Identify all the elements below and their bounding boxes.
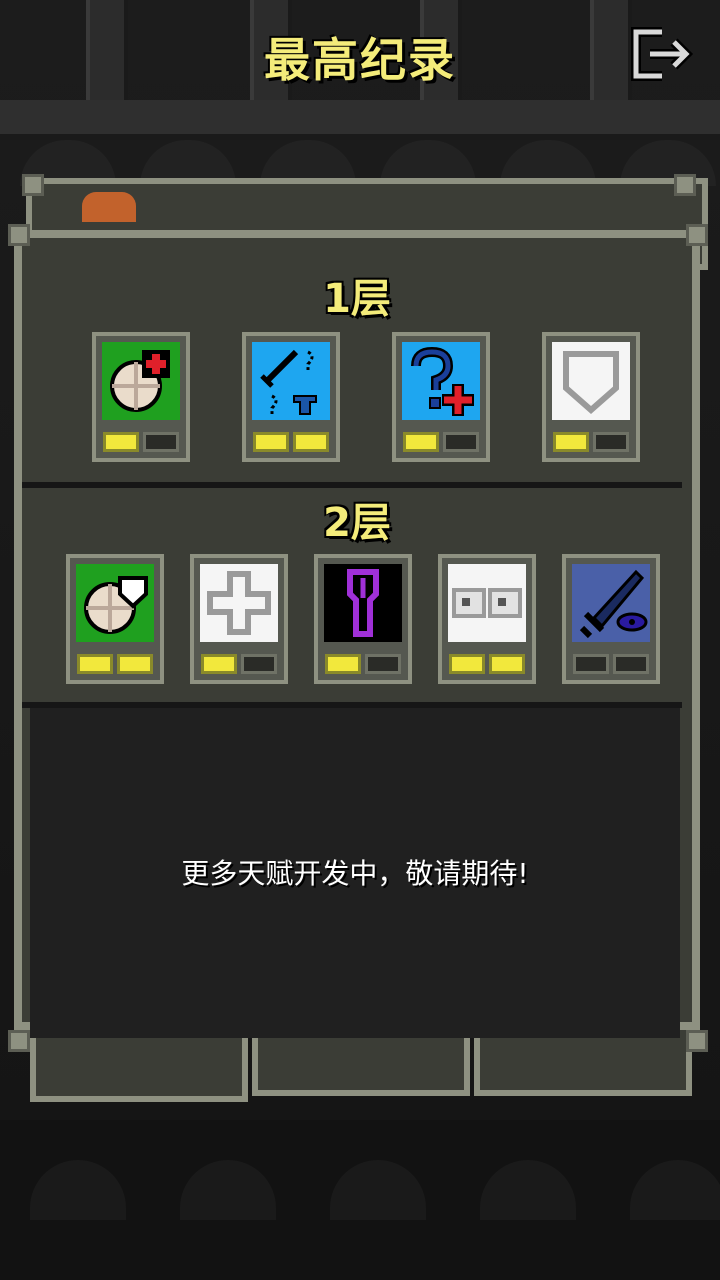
panel-corner — [22, 174, 44, 196]
talents-panel: 1层 2层 更多天赋开发中，敬请期待! — [14, 230, 700, 1038]
talent-level-pip — [553, 432, 589, 452]
dagger-eye-icon — [572, 564, 650, 642]
talent-level-pip — [443, 432, 479, 452]
hero-avatar — [82, 192, 136, 222]
talent-level-pip — [293, 432, 329, 452]
talent-level-pip — [117, 654, 153, 674]
talent-slot[interactable] — [190, 554, 288, 684]
talent-level-pip — [253, 432, 289, 452]
shield-icon — [552, 342, 630, 420]
hunger-heal-icon — [102, 342, 180, 420]
panel-corner — [8, 1030, 30, 1052]
talent-level-pip — [241, 654, 277, 674]
talent-slot[interactable] — [438, 554, 536, 684]
talent-level-pip — [593, 432, 629, 452]
talent-slot[interactable] — [66, 554, 164, 684]
talent-level-pip — [325, 654, 361, 674]
key-icon — [324, 564, 402, 642]
identify-sword-armor-icon — [252, 342, 330, 420]
page-title: 最高纪录 — [264, 33, 456, 87]
talent-level-pip — [449, 654, 485, 674]
talent-level-pip — [201, 654, 237, 674]
unknown-heal-icon — [402, 342, 480, 420]
exit-icon — [631, 27, 694, 81]
eyes-icon — [448, 564, 526, 642]
panel-corner — [8, 224, 30, 246]
talent-level-pip — [77, 654, 113, 674]
cross-icon — [200, 564, 278, 642]
tab-second[interactable] — [252, 1030, 470, 1096]
tier-1-title: 1层 — [323, 276, 391, 322]
talent-level-pip — [365, 654, 401, 674]
talent-slot[interactable] — [542, 332, 640, 462]
panel-corner — [674, 174, 696, 196]
talent-level-pip — [489, 654, 525, 674]
tier-divider — [22, 482, 682, 488]
talent-level-pip — [403, 432, 439, 452]
coming-soon-message: 更多天赋开发中，敬请期待! — [181, 857, 529, 890]
hunger-shield-icon — [76, 564, 154, 642]
message-area: 更多天赋开发中，敬请期待! — [30, 708, 680, 1038]
tab-third[interactable] — [474, 1030, 692, 1096]
talent-level-pip — [143, 432, 179, 452]
tab-bar — [30, 1030, 694, 1110]
exit-button[interactable] — [628, 24, 700, 84]
talent-level-pip — [103, 432, 139, 452]
talent-slot[interactable] — [242, 332, 340, 462]
tab-attributes[interactable] — [30, 1030, 248, 1102]
talent-slot[interactable] — [314, 554, 412, 684]
talent-slot[interactable] — [92, 332, 190, 462]
talent-slot[interactable] — [392, 332, 490, 462]
tier-2-title: 2层 — [323, 500, 391, 546]
panel-corner — [686, 224, 708, 246]
panel-corner — [686, 1030, 708, 1052]
talent-slot[interactable] — [562, 554, 660, 684]
background-ledge — [0, 100, 720, 140]
talent-level-pip — [573, 654, 609, 674]
talents-content: 1层 2层 更多天赋开发中，敬请期待! — [22, 246, 682, 1038]
talent-level-pip — [613, 654, 649, 674]
